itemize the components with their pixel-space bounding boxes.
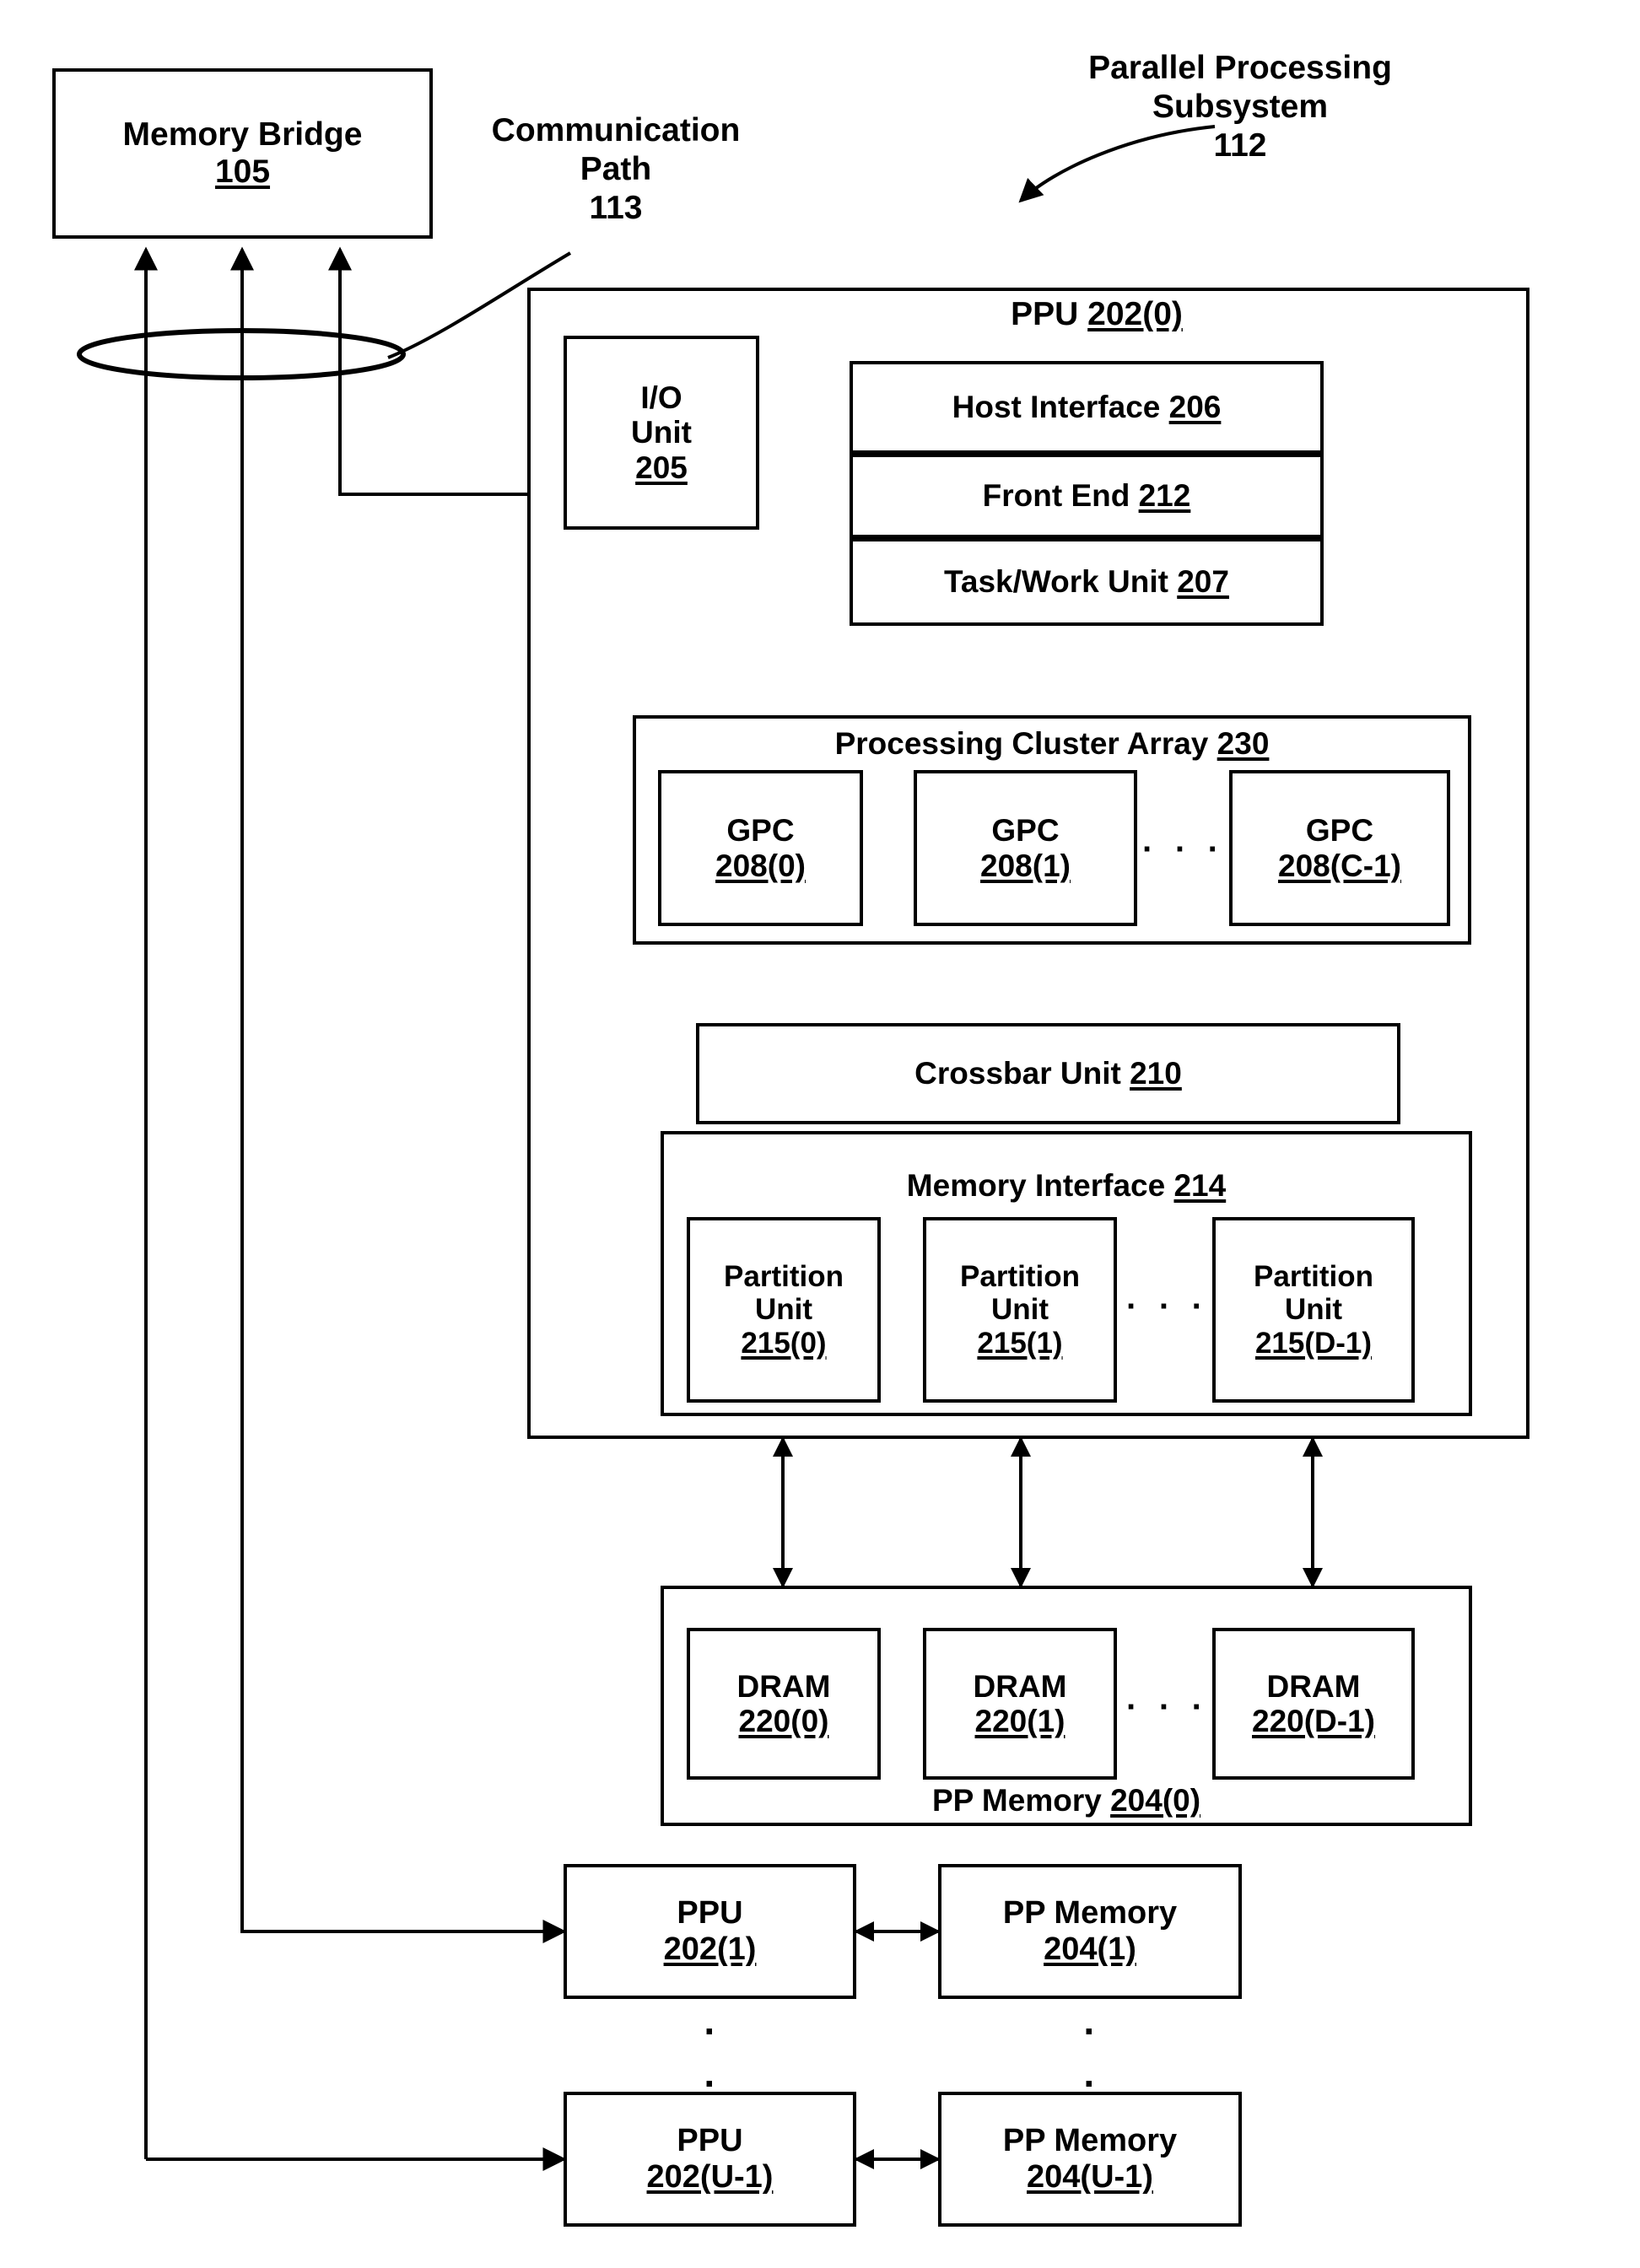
pp-memory-ellipsis-dot-1: ·	[1083, 2009, 1097, 2053]
dram-1-ref: 220(1)	[974, 1704, 1065, 1738]
dram-0-box[interactable]: DRAM 220(0)	[687, 1628, 881, 1780]
host-interface-label: Host Interface	[952, 390, 1161, 425]
gpc-last-ref: 208(C-1)	[1278, 848, 1401, 883]
partition-unit-0-line2: Unit	[754, 1293, 813, 1327]
partition-unit-last-box[interactable]: Partition Unit 215(D-1)	[1212, 1217, 1415, 1403]
dram-last-ref: 220(D-1)	[1252, 1704, 1375, 1738]
gpc-0-label: GPC	[726, 813, 795, 848]
crossbar-unit-box[interactable]: Crossbar Unit 210	[696, 1023, 1400, 1124]
partition-unit-last-ref: 215(D-1)	[1254, 1326, 1373, 1360]
partition-unit-1-box[interactable]: Partition Unit 215(1)	[923, 1217, 1117, 1403]
memory-bridge-box[interactable]: Memory Bridge 105	[52, 68, 433, 239]
ppu-0-title-name: PPU	[1011, 296, 1079, 332]
task-work-unit-box[interactable]: Task/Work Unit 207	[850, 538, 1324, 626]
io-unit-box[interactable]: I/O Unit 205	[564, 336, 759, 530]
figure-canvas: Memory Bridge 105 Communication Path 113…	[0, 0, 1640, 2268]
gpc-1-box[interactable]: GPC 208(1)	[914, 770, 1137, 926]
gpc-0-ref: 208(0)	[715, 848, 806, 883]
processing-cluster-array-title: Processing Cluster Array 230	[641, 725, 1463, 762]
partition-unit-0-line1: Partition	[724, 1260, 844, 1294]
task-work-unit-label: Task/Work Unit	[944, 564, 1168, 600]
host-interface-ref: 206	[1168, 390, 1222, 425]
partition-unit-last-line1: Partition	[1254, 1260, 1373, 1294]
pp-memory-1-label: PP Memory	[1002, 1895, 1178, 1931]
ppu-0-title-ref: 202(0)	[1087, 296, 1183, 332]
communication-path-label: Communication Path 113	[439, 111, 793, 228]
crossbar-unit-wrap: Crossbar Unit 210	[914, 1056, 1182, 1091]
front-end-ref: 212	[1138, 478, 1191, 514]
io-unit-line1: I/O	[640, 380, 682, 415]
dram-last-label: DRAM	[1266, 1668, 1361, 1704]
dram-ellipsis: · · ·	[1126, 1689, 1209, 1727]
subsystem-label: Parallel Processing Subsystem 112	[1004, 49, 1476, 165]
pp-memory-0-title: PP Memory 204(0)	[669, 1782, 1464, 1819]
processing-cluster-array-label: Processing Cluster Array	[834, 726, 1209, 761]
pp-memory-1-ref: 204(1)	[1044, 1931, 1136, 1967]
ppu-0-title: PPU 202(0)	[860, 295, 1333, 334]
partition-unit-ellipsis: · · ·	[1126, 1288, 1209, 1326]
pp-memory-last-label: PP Memory	[1002, 2123, 1178, 2159]
partition-unit-1-line1: Partition	[960, 1260, 1080, 1294]
host-interface-box[interactable]: Host Interface 206	[850, 361, 1324, 454]
memory-interface-ref: 214	[1173, 1168, 1227, 1203]
task-work-unit-wrap: Task/Work Unit 207	[944, 564, 1229, 599]
ppu-1-label: PPU	[677, 1895, 743, 1931]
memory-interface-title: Memory Interface 214	[669, 1167, 1464, 1204]
gpc-0-box[interactable]: GPC 208(0)	[658, 770, 863, 926]
dram-ellipsis-text: · · ·	[1126, 1689, 1210, 1726]
dram-1-label: DRAM	[973, 1668, 1067, 1704]
memory-interface-label: Memory Interface	[906, 1168, 1166, 1203]
task-work-unit-ref: 207	[1177, 564, 1229, 600]
ppu-1-ref: 202(1)	[663, 1931, 757, 1967]
partition-unit-last-line2: Unit	[1284, 1293, 1343, 1327]
partition-unit-ellipsis-text: · · ·	[1126, 1288, 1210, 1325]
communication-bus-ellipse	[77, 328, 406, 380]
gpc-last-box[interactable]: GPC 208(C-1)	[1229, 770, 1450, 926]
ppu-last-box[interactable]: PPU 202(U-1)	[564, 2092, 856, 2227]
ppu-last-ref: 202(U-1)	[646, 2159, 774, 2195]
gpc-last-label: GPC	[1305, 813, 1374, 848]
pp-memory-last-box[interactable]: PP Memory 204(U-1)	[938, 2092, 1242, 2227]
communication-path-ref: 113	[589, 190, 643, 227]
subsystem-line2: Subsystem	[1152, 89, 1329, 126]
pp-memory-0-ref: 204(0)	[1110, 1783, 1201, 1818]
dram-1-box[interactable]: DRAM 220(1)	[923, 1628, 1117, 1780]
partition-unit-0-box[interactable]: Partition Unit 215(0)	[687, 1217, 881, 1403]
gpc-1-ref: 208(1)	[980, 848, 1071, 883]
memory-bridge-ref: 105	[214, 154, 271, 190]
communication-path-line1: Communication	[491, 112, 741, 148]
pp-memory-0-label: PP Memory	[931, 1783, 1102, 1818]
crossbar-unit-label: Crossbar Unit	[914, 1056, 1121, 1091]
crossbar-unit-ref: 210	[1130, 1056, 1182, 1091]
ppu-ellipsis-dot-1: ·	[704, 2009, 717, 2053]
communication-path-line2: Path	[580, 151, 652, 188]
gpc-ellipsis-text: · · ·	[1142, 831, 1226, 868]
ppu-last-label: PPU	[677, 2123, 743, 2159]
io-unit-ref: 205	[635, 450, 688, 485]
dram-0-label: DRAM	[736, 1668, 831, 1704]
processing-cluster-array-ref: 230	[1217, 726, 1270, 761]
subsystem-ref: 112	[1213, 127, 1267, 164]
pp-memory-1-box[interactable]: PP Memory 204(1)	[938, 1864, 1242, 1999]
partition-unit-1-line2: Unit	[990, 1293, 1049, 1327]
partition-unit-0-ref: 215(0)	[741, 1326, 827, 1360]
gpc-1-label: GPC	[991, 813, 1060, 848]
ppu-1-box[interactable]: PPU 202(1)	[564, 1864, 856, 1999]
dram-0-ref: 220(0)	[738, 1704, 829, 1738]
dram-last-box[interactable]: DRAM 220(D-1)	[1212, 1628, 1415, 1780]
front-end-wrap: Front End 212	[983, 478, 1191, 513]
subsystem-line1: Parallel Processing	[1088, 50, 1392, 86]
memory-bridge-label: Memory Bridge	[122, 116, 363, 154]
io-unit-line2: Unit	[631, 415, 692, 450]
gpc-ellipsis: · · ·	[1142, 831, 1225, 869]
front-end-label: Front End	[982, 478, 1130, 514]
host-interface-wrap: Host Interface 206	[952, 390, 1222, 424]
partition-unit-1-ref: 215(1)	[977, 1326, 1063, 1360]
front-end-box[interactable]: Front End 212	[850, 454, 1324, 538]
pp-memory-last-ref: 204(U-1)	[1027, 2159, 1153, 2195]
